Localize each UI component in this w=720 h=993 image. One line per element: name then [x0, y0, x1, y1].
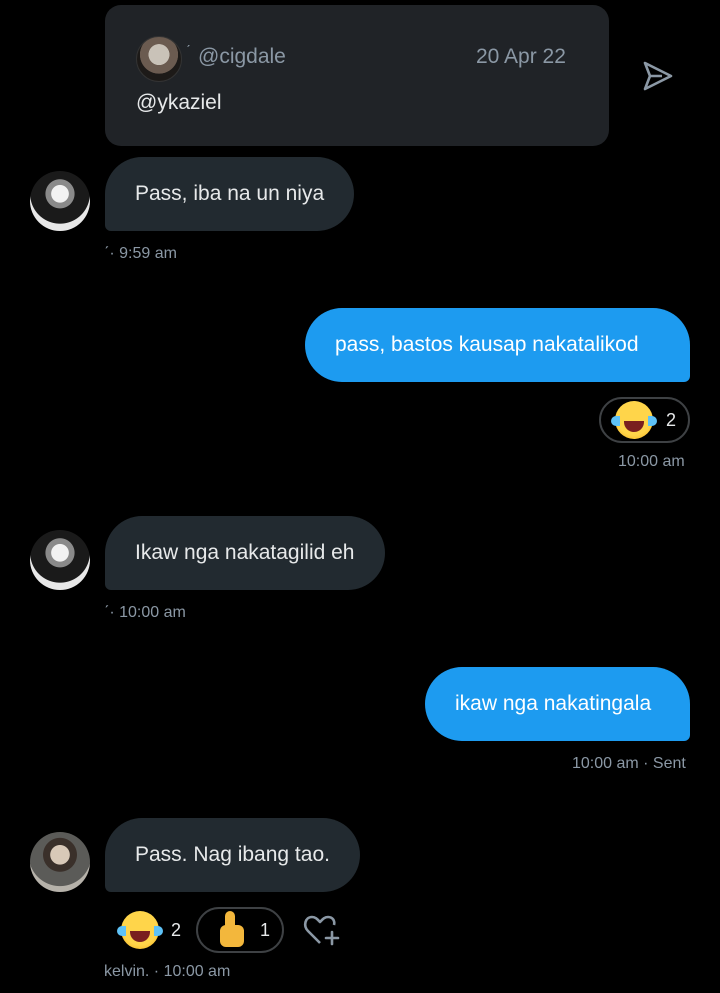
reaction-laugh-pill[interactable]: 2: [599, 397, 690, 443]
sender-avatar[interactable]: [30, 171, 90, 231]
reaction-laugh[interactable]: 2: [117, 911, 182, 949]
message-text: Pass. Nag ibang tao.: [135, 843, 330, 866]
message-meta: ˊ· 9:59 am: [104, 245, 177, 262]
heart-plus-icon[interactable]: [302, 911, 342, 949]
reaction-thumbs-pill[interactable]: 1: [196, 907, 284, 953]
message-bubble-incoming[interactable]: Ikaw nga nakatagilid eh: [105, 516, 385, 590]
message-meta: 10:00 am: [618, 453, 685, 470]
laugh-emoji-icon: [611, 401, 657, 439]
quoted-tweet-date: 20 Apr 22: [476, 45, 566, 68]
message-bubble-outgoing[interactable]: pass, bastos kausap nakatalikod: [305, 308, 690, 382]
send-icon[interactable]: [640, 58, 676, 94]
message-text: Ikaw nga nakatagilid eh: [135, 541, 355, 564]
message-bubble-incoming[interactable]: Pass. Nag ibang tao.: [105, 818, 360, 892]
message-meta: 10:00 am · Sent: [572, 755, 686, 772]
quoted-tweet-text[interactable]: @ykaziel: [136, 91, 222, 115]
message-text: ikaw nga nakatingala: [455, 692, 652, 715]
thumbs-up-emoji-icon: [212, 911, 246, 949]
message-bubble-outgoing[interactable]: ikaw nga nakatingala: [425, 667, 690, 741]
message-bubble-incoming[interactable]: Pass, iba na un niya: [105, 157, 355, 231]
quoted-author-avatar: [136, 36, 182, 82]
message-text: pass, bastos kausap nakatalikod: [335, 333, 639, 356]
reaction-count: 2: [666, 409, 677, 430]
laugh-emoji-icon: [117, 911, 163, 949]
message-meta: kelvin. · 10:00 am: [104, 963, 231, 980]
quoted-author-badge: ˊ: [186, 42, 191, 58]
message-meta: ˊ· 10:00 am: [104, 604, 186, 621]
sender-avatar[interactable]: [30, 832, 90, 892]
quoted-tweet-card[interactable]: [105, 5, 609, 146]
message-text: Pass, iba na un niya: [135, 182, 325, 205]
reaction-count: 2: [171, 919, 182, 940]
sender-avatar[interactable]: [30, 530, 90, 590]
reaction-count: 1: [260, 919, 271, 940]
quoted-author-handle[interactable]: @cigdale: [198, 45, 286, 69]
